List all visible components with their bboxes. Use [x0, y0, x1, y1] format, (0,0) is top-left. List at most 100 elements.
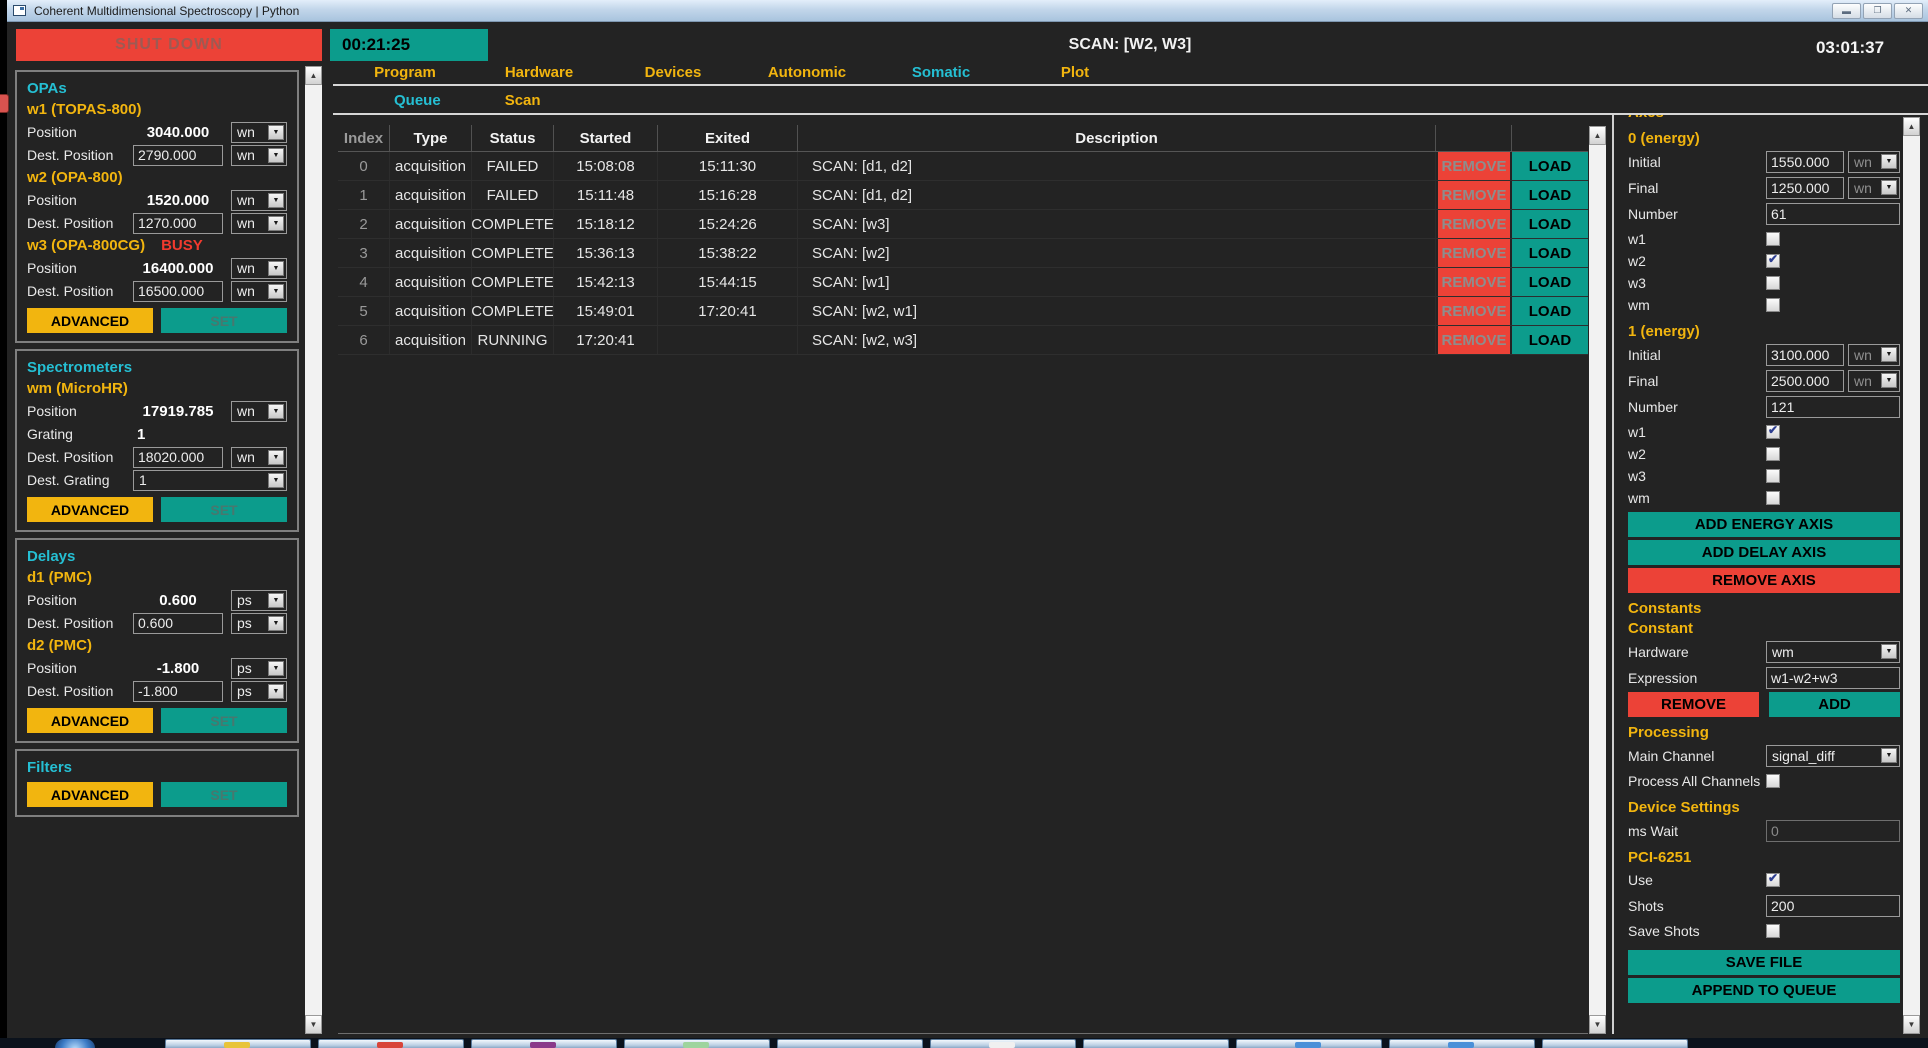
set-button[interactable]: SET [161, 782, 287, 807]
units-select[interactable]: ps▼ [231, 590, 287, 611]
windows-taskbar[interactable] [0, 1038, 1928, 1048]
units-select[interactable]: wn▼ [1848, 370, 1900, 392]
add-energy-axis-button[interactable]: ADD ENERGY AXIS [1628, 512, 1900, 537]
number-input[interactable] [1766, 203, 1900, 225]
scroll-down-icon[interactable]: ▼ [305, 1015, 322, 1034]
units-select[interactable]: wn▼ [231, 145, 287, 166]
taskbar-item-app-white[interactable] [930, 1039, 1076, 1048]
dest-position-input[interactable] [133, 281, 223, 302]
units-select[interactable]: wn▼ [231, 447, 287, 468]
units-select[interactable]: ps▼ [231, 658, 287, 679]
remove-button[interactable]: REMOVE [1436, 152, 1512, 180]
dest-position-input[interactable] [133, 681, 223, 702]
minimize-icon[interactable]: ▬ [1832, 3, 1861, 19]
dest-position-input[interactable] [133, 613, 223, 634]
w3-checkbox[interactable] [1766, 276, 1780, 290]
use-checkbox[interactable] [1766, 873, 1780, 887]
tab-autonomic[interactable]: Autonomic [740, 64, 874, 81]
final-input[interactable] [1766, 370, 1844, 392]
set-button[interactable]: SET [161, 308, 287, 333]
main-channel-select[interactable]: signal_diff▼ [1766, 745, 1900, 767]
load-button[interactable]: LOAD [1512, 210, 1588, 238]
dest-grating-select[interactable]: 1▼ [133, 470, 287, 491]
taskbar-item-window-blue[interactable] [1236, 1039, 1382, 1048]
tab-hardware[interactable]: Hardware [472, 64, 606, 81]
taskbar-item-app-green[interactable] [624, 1039, 770, 1048]
units-select[interactable]: wn▼ [231, 401, 287, 422]
advanced-button[interactable]: ADVANCED [27, 497, 153, 522]
remove-axis-button[interactable]: REMOVE AXIS [1628, 568, 1900, 593]
shutdown-button[interactable]: SHUT DOWN [16, 29, 322, 61]
taskbar-item-app-plain[interactable] [777, 1039, 923, 1048]
advanced-button[interactable]: ADVANCED [27, 708, 153, 733]
units-select[interactable]: wn▼ [231, 281, 287, 302]
taskbar-item-media-purple[interactable] [471, 1039, 617, 1048]
advanced-button[interactable]: ADVANCED [27, 308, 153, 333]
add-delay-axis-button[interactable]: ADD DELAY AXIS [1628, 540, 1900, 565]
initial-input[interactable] [1766, 151, 1844, 173]
hardware-select[interactable]: wm▼ [1766, 641, 1900, 663]
advanced-button[interactable]: ADVANCED [27, 782, 153, 807]
add-constant-button[interactable]: ADD [1769, 692, 1900, 717]
dest-position-input[interactable] [133, 213, 223, 234]
units-select[interactable]: ps▼ [231, 613, 287, 634]
load-button[interactable]: LOAD [1512, 268, 1588, 296]
tab-somatic[interactable]: Somatic [874, 64, 1008, 81]
units-select[interactable]: wn▼ [1848, 177, 1900, 199]
taskbar-item-folder-yellow[interactable] [165, 1039, 311, 1048]
scroll-up-icon[interactable]: ▲ [305, 66, 322, 85]
w2-checkbox[interactable] [1766, 447, 1780, 461]
scroll-down-icon[interactable]: ▼ [1589, 1015, 1606, 1034]
shots-input[interactable] [1766, 895, 1900, 917]
set-button[interactable]: SET [161, 497, 287, 522]
tab-scan[interactable]: Scan [505, 92, 541, 109]
tab-plot[interactable]: Plot [1008, 64, 1142, 81]
sidebar-scrollbar[interactable]: ▲ ▼ [305, 66, 322, 1034]
tab-devices[interactable]: Devices [606, 64, 740, 81]
units-select[interactable]: wn▼ [1848, 151, 1900, 173]
load-button[interactable]: LOAD [1512, 181, 1588, 209]
remove-button[interactable]: REMOVE [1436, 326, 1512, 354]
final-input[interactable] [1766, 177, 1844, 199]
w1-checkbox[interactable] [1766, 232, 1780, 246]
taskbar-item-app-blue[interactable] [1389, 1039, 1535, 1048]
units-select[interactable]: wn▼ [1848, 344, 1900, 366]
load-button[interactable]: LOAD [1512, 239, 1588, 267]
initial-input[interactable] [1766, 344, 1844, 366]
remove-constant-button[interactable]: REMOVE [1628, 692, 1759, 717]
units-select[interactable]: ps▼ [231, 681, 287, 702]
remove-button[interactable]: REMOVE [1436, 268, 1512, 296]
number-input[interactable] [1766, 396, 1900, 418]
process-all-channels-checkbox[interactable] [1766, 774, 1780, 788]
tab-program[interactable]: Program [338, 64, 472, 81]
ms-wait-input[interactable] [1766, 820, 1900, 842]
units-select[interactable]: wn▼ [231, 190, 287, 211]
units-select[interactable]: wn▼ [231, 258, 287, 279]
units-select[interactable]: wn▼ [231, 213, 287, 234]
tab-queue[interactable]: Queue [394, 92, 441, 109]
queue-scrollbar[interactable]: ▲ ▼ [1589, 126, 1606, 1034]
taskbar-item-app-plain3[interactable] [1542, 1039, 1688, 1048]
load-button[interactable]: LOAD [1512, 152, 1588, 180]
units-select[interactable]: wn▼ [231, 122, 287, 143]
expression-input[interactable] [1766, 667, 1900, 689]
taskbar-item-media-red[interactable] [318, 1039, 464, 1048]
w2-checkbox[interactable] [1766, 254, 1780, 268]
scroll-up-icon[interactable]: ▲ [1589, 126, 1606, 145]
load-button[interactable]: LOAD [1512, 326, 1588, 354]
wm-checkbox[interactable] [1766, 491, 1780, 505]
w1-checkbox[interactable] [1766, 425, 1780, 439]
set-button[interactable]: SET [161, 708, 287, 733]
restore-icon[interactable]: ❐ [1863, 3, 1892, 19]
close-icon[interactable]: ✕ [1894, 3, 1923, 19]
remove-button[interactable]: REMOVE [1436, 210, 1512, 238]
w3-checkbox[interactable] [1766, 469, 1780, 483]
settings-scrollbar[interactable]: ▲ ▼ [1903, 117, 1920, 1034]
save-shots-checkbox[interactable] [1766, 924, 1780, 938]
save-file-button[interactable]: SAVE FILE [1628, 950, 1900, 975]
remove-button[interactable]: REMOVE [1436, 239, 1512, 267]
dest-position-input[interactable] [133, 447, 223, 468]
scroll-down-icon[interactable]: ▼ [1903, 1015, 1920, 1034]
append-to-queue-button[interactable]: APPEND TO QUEUE [1628, 978, 1900, 1003]
remove-button[interactable]: REMOVE [1436, 297, 1512, 325]
